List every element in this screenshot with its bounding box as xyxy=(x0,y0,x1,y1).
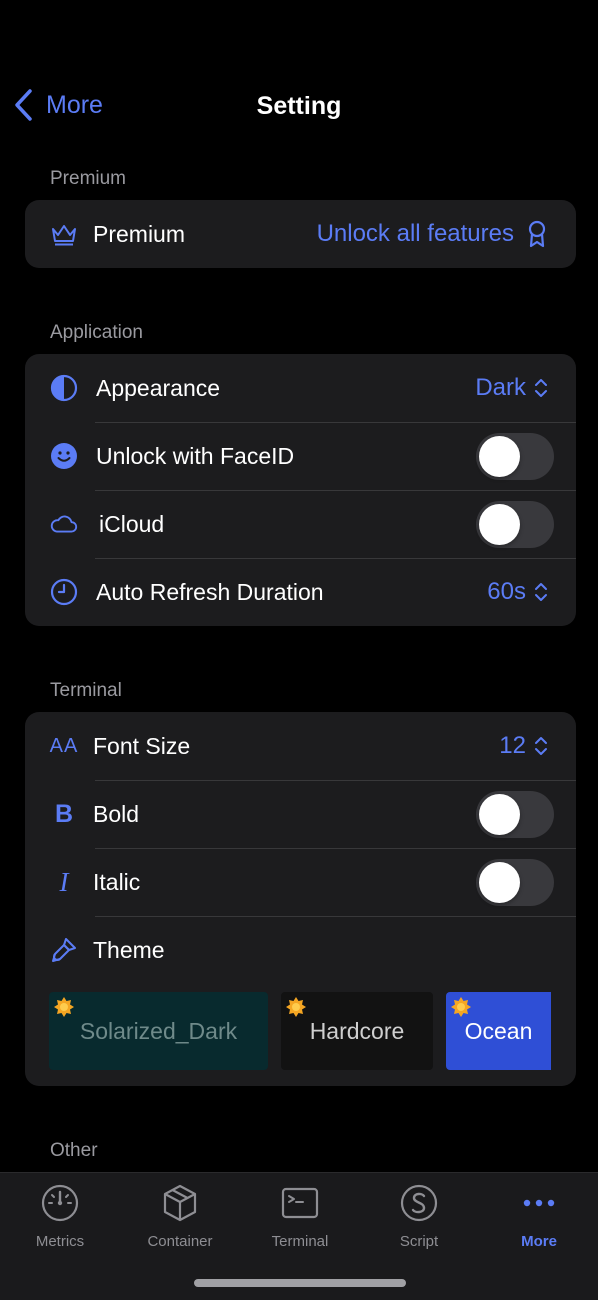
toggle-knob xyxy=(479,861,520,903)
section-header-application: Application xyxy=(50,322,143,343)
more-dots-icon xyxy=(523,1199,555,1207)
tab-label: Terminal xyxy=(271,1233,329,1250)
appearance-picker[interactable]: Dark xyxy=(475,374,548,402)
bold-row: B Bold xyxy=(25,780,576,848)
refresh-label: Auto Refresh Duration xyxy=(96,578,324,605)
theme-option-ocean[interactable]: Ocean xyxy=(446,992,551,1070)
gauge-icon xyxy=(41,1184,79,1222)
premium-label: Premium xyxy=(93,220,186,247)
theme-option-solarized-dark[interactable]: Solarized_Dark xyxy=(49,992,268,1070)
application-group: Appearance Dark Unlock with FaceID iClou… xyxy=(25,354,576,626)
bold-toggle[interactable] xyxy=(476,790,554,838)
appearance-value: Dark xyxy=(475,374,526,401)
theme-option-hardcore[interactable]: Hardcore xyxy=(281,992,433,1070)
tab-more[interactable]: More xyxy=(484,1183,594,1250)
theme-row: Theme xyxy=(25,916,576,984)
unlock-features-text: Unlock all features xyxy=(316,220,514,247)
italic-toggle[interactable] xyxy=(476,858,554,906)
chevron-up-down-icon xyxy=(535,379,547,397)
bold-icon-text: B xyxy=(54,799,74,828)
chevron-up-down-icon xyxy=(535,583,547,601)
unlock-features-link[interactable]: Unlock all features xyxy=(317,220,548,248)
bold-icon: B xyxy=(49,799,79,829)
crown-icon xyxy=(49,219,79,249)
italic-icon: I xyxy=(49,867,79,897)
font-size-icon-text: AA xyxy=(49,734,79,757)
tab-terminal[interactable]: Terminal xyxy=(245,1183,355,1250)
premium-group: Premium Unlock all features xyxy=(25,200,576,268)
award-icon xyxy=(528,220,546,248)
section-header-premium: Premium xyxy=(50,168,127,189)
half-circle-icon xyxy=(49,373,79,403)
toggle-knob xyxy=(479,435,520,477)
refresh-value: 60s xyxy=(487,578,526,605)
tab-container[interactable]: Container xyxy=(125,1183,235,1250)
star-badge-icon xyxy=(286,997,306,1017)
tab-script[interactable]: Script xyxy=(364,1183,474,1250)
toggle-knob xyxy=(479,793,520,835)
bold-label: Bold xyxy=(93,800,140,827)
terminal-icon xyxy=(281,1187,319,1219)
appearance-label: Appearance xyxy=(96,374,221,401)
theme-label: Theme xyxy=(93,936,165,963)
theme-option-label: Hardcore xyxy=(309,1017,405,1044)
premium-row[interactable]: Premium Unlock all features xyxy=(25,200,576,268)
icloud-label: iCloud xyxy=(99,510,165,537)
terminal-group: AA Font Size 12 B Bold I Italic Theme So… xyxy=(25,712,576,1086)
clock-icon xyxy=(49,577,79,607)
home-indicator xyxy=(194,1279,406,1287)
font-size-value: 12 xyxy=(499,732,526,759)
italic-label: Italic xyxy=(93,868,141,895)
toggle-knob xyxy=(479,503,520,545)
font-size-row[interactable]: AA Font Size 12 xyxy=(25,712,576,780)
page-title: Setting xyxy=(256,92,342,120)
refresh-row[interactable]: Auto Refresh Duration 60s xyxy=(25,558,576,626)
font-size-picker[interactable]: 12 xyxy=(499,732,548,760)
refresh-picker[interactable]: 60s xyxy=(487,578,548,606)
cube-icon xyxy=(163,1184,197,1222)
font-size-label: Font Size xyxy=(93,732,191,759)
faceid-label: Unlock with FaceID xyxy=(96,442,295,469)
tab-label: More xyxy=(521,1233,557,1250)
theme-option-label: Solarized_Dark xyxy=(79,1017,238,1044)
navigation-bar: More Setting xyxy=(0,80,598,134)
script-s-icon xyxy=(400,1184,438,1222)
icloud-toggle[interactable] xyxy=(476,500,554,548)
italic-row: I Italic xyxy=(25,848,576,916)
smiley-icon xyxy=(49,441,79,471)
section-header-terminal: Terminal xyxy=(50,680,122,701)
theme-option-label: Ocean xyxy=(464,1017,533,1044)
faceid-toggle[interactable] xyxy=(476,432,554,480)
star-badge-icon xyxy=(54,997,74,1017)
theme-selector: Solarized_Dark Hardcore Ocean xyxy=(25,984,576,1086)
tab-label: Script xyxy=(399,1233,439,1250)
italic-icon-text: I xyxy=(59,866,69,897)
appearance-row[interactable]: Appearance Dark xyxy=(25,354,576,422)
tab-metrics[interactable]: Metrics xyxy=(5,1183,115,1250)
section-header-other: Other xyxy=(50,1140,98,1161)
paintbrush-icon xyxy=(49,935,79,965)
icloud-row: iCloud xyxy=(25,490,576,558)
tab-label: Container xyxy=(147,1233,213,1250)
chevron-up-down-icon xyxy=(535,737,547,755)
font-size-icon: AA xyxy=(49,731,79,761)
tab-label: Metrics xyxy=(35,1233,85,1250)
cloud-icon xyxy=(49,509,79,539)
faceid-row: Unlock with FaceID xyxy=(25,422,576,490)
star-badge-icon xyxy=(451,997,471,1017)
